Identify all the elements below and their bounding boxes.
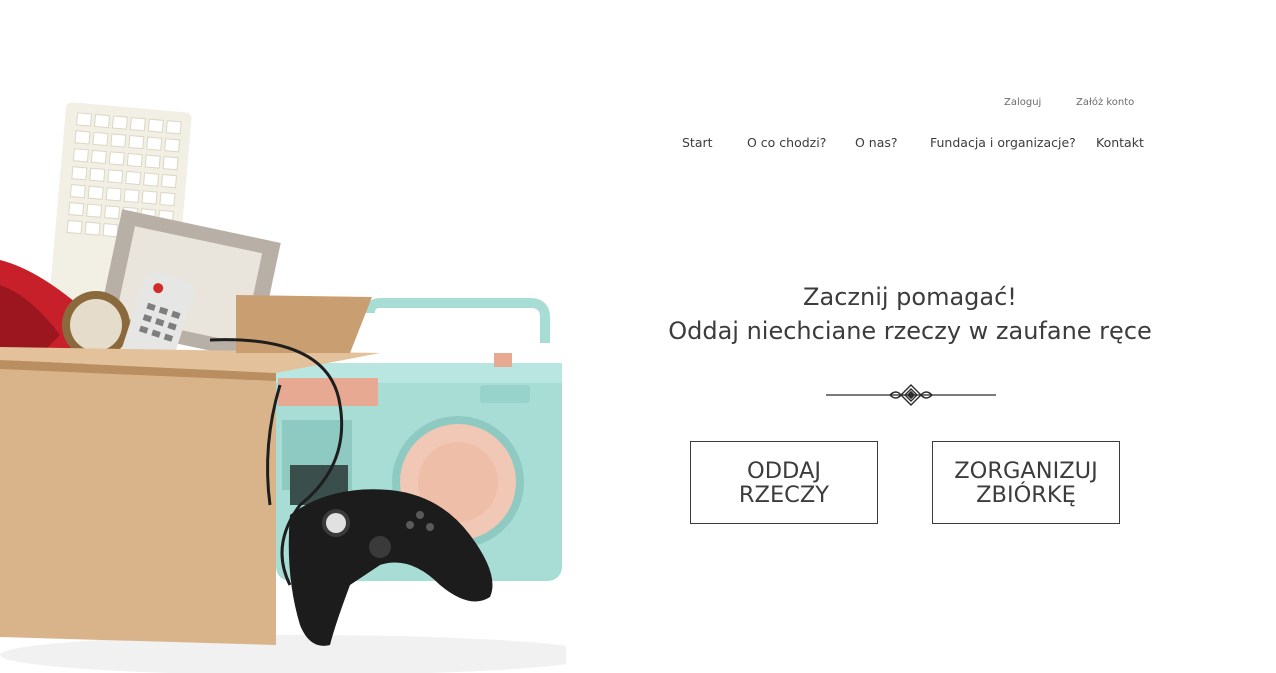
- give-items-label-line1: ODDAJ: [747, 457, 821, 484]
- nav-item-about[interactable]: O co chodzi?: [747, 135, 826, 150]
- give-items-button[interactable]: ODDAJ RZECZY: [690, 441, 878, 524]
- nav-item-start[interactable]: Start: [682, 135, 713, 150]
- nav-item-foundations[interactable]: Fundacja i organizacje?: [930, 135, 1076, 150]
- hero-headline: Zacznij pomagać! Oddaj niechciane rzeczy…: [660, 280, 1160, 348]
- nav-item-us[interactable]: O nas?: [855, 135, 898, 150]
- organize-collection-label-line1: ZORGANIZUJ: [954, 457, 1098, 484]
- hero-title: Zacznij pomagać!: [803, 283, 1017, 311]
- hero-image: [0, 102, 566, 673]
- organize-collection-label-line2: ZBIÓRKĘ: [976, 481, 1076, 508]
- nav-item-contact[interactable]: Kontakt: [1096, 135, 1144, 150]
- login-link[interactable]: Zaloguj: [1004, 97, 1041, 108]
- decoration-ornament-icon: [826, 384, 996, 406]
- hero-subtitle: Oddaj niechciane rzeczy w zaufane ręce: [668, 317, 1152, 345]
- register-link[interactable]: Załóż konto: [1076, 97, 1134, 108]
- landing-page: Zaloguj Załóż konto Start O co chodzi? O…: [0, 0, 1276, 673]
- give-items-label-line2: RZECZY: [738, 481, 830, 508]
- organize-collection-button[interactable]: ZORGANIZUJ ZBIÓRKĘ: [932, 441, 1120, 524]
